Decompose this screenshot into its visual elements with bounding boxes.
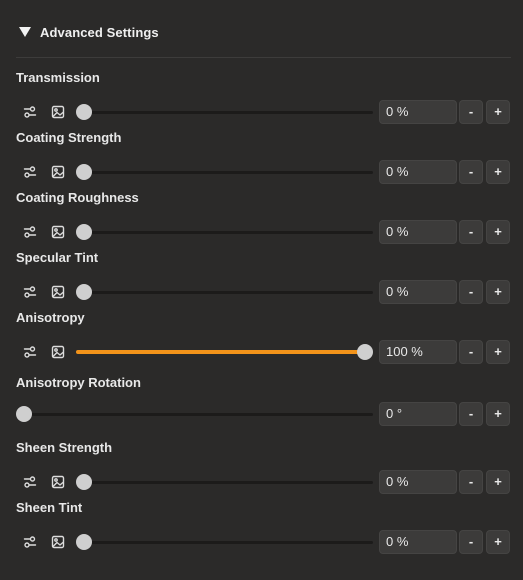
coating-roughness-label: Coating Roughness bbox=[16, 190, 139, 205]
slider-knob[interactable] bbox=[76, 284, 92, 300]
slider-track[interactable] bbox=[84, 291, 373, 294]
image-texture-icon[interactable] bbox=[50, 284, 66, 300]
coating-strength-value-field[interactable]: 0 % bbox=[379, 160, 457, 184]
slider-knob[interactable] bbox=[16, 406, 32, 422]
slider-track[interactable] bbox=[84, 171, 373, 174]
slider-knob[interactable] bbox=[357, 344, 373, 360]
advanced-settings-header[interactable]: Advanced Settings bbox=[16, 22, 159, 42]
curve-settings-icon[interactable] bbox=[22, 224, 38, 240]
curve-settings-icon[interactable] bbox=[22, 164, 38, 180]
coating-strength-slider[interactable] bbox=[76, 164, 373, 180]
slider-track[interactable] bbox=[84, 231, 373, 234]
image-texture-icon[interactable] bbox=[50, 164, 66, 180]
specular-tint-increment-button[interactable]: + bbox=[486, 280, 510, 304]
image-texture-icon[interactable] bbox=[50, 104, 66, 120]
section-divider bbox=[16, 57, 511, 58]
image-texture-icon[interactable] bbox=[50, 344, 66, 360]
slider-knob[interactable] bbox=[76, 534, 92, 550]
sheen-tint-decrement-button[interactable]: - bbox=[459, 530, 483, 554]
transmission-value-field[interactable]: 0 % bbox=[379, 100, 457, 124]
slider-track[interactable] bbox=[24, 413, 373, 416]
transmission-label: Transmission bbox=[16, 70, 100, 85]
section-title: Advanced Settings bbox=[40, 24, 159, 40]
image-texture-icon[interactable] bbox=[50, 474, 66, 490]
sheen-strength-decrement-button[interactable]: - bbox=[459, 470, 483, 494]
advanced-settings-panel: Advanced Settings Transmission 0 % - + Coati… bbox=[0, 0, 523, 580]
coating-roughness-increment-button[interactable]: + bbox=[486, 220, 510, 244]
anisotropy-rotation-decrement-button[interactable]: - bbox=[459, 402, 483, 426]
slider-track[interactable] bbox=[84, 481, 373, 484]
sheen-strength-increment-button[interactable]: + bbox=[486, 470, 510, 494]
image-texture-icon[interactable] bbox=[50, 224, 66, 240]
anisotropy-decrement-button[interactable]: - bbox=[459, 340, 483, 364]
coating-roughness-slider[interactable] bbox=[76, 224, 373, 240]
coating-roughness-decrement-button[interactable]: - bbox=[459, 220, 483, 244]
transmission-increment-button[interactable]: + bbox=[486, 100, 510, 124]
sheen-tint-increment-button[interactable]: + bbox=[486, 530, 510, 554]
anisotropy-rotation-label: Anisotropy Rotation bbox=[16, 375, 141, 390]
coating-strength-increment-button[interactable]: + bbox=[486, 160, 510, 184]
slider-fill bbox=[76, 350, 365, 354]
slider-knob[interactable] bbox=[76, 474, 92, 490]
coating-strength-decrement-button[interactable]: - bbox=[459, 160, 483, 184]
anisotropy-label: Anisotropy bbox=[16, 310, 85, 325]
sheen-strength-value-field[interactable]: 0 % bbox=[379, 470, 457, 494]
specular-tint-slider[interactable] bbox=[76, 284, 373, 300]
transmission-decrement-button[interactable]: - bbox=[459, 100, 483, 124]
curve-settings-icon[interactable] bbox=[22, 534, 38, 550]
specular-tint-value-field[interactable]: 0 % bbox=[379, 280, 457, 304]
transmission-slider[interactable] bbox=[76, 104, 373, 120]
anisotropy-rotation-slider[interactable] bbox=[16, 406, 373, 422]
sheen-tint-label: Sheen Tint bbox=[16, 500, 83, 515]
anisotropy-rotation-increment-button[interactable]: + bbox=[486, 402, 510, 426]
sheen-strength-label: Sheen Strength bbox=[16, 440, 113, 455]
curve-settings-icon[interactable] bbox=[22, 474, 38, 490]
specular-tint-decrement-button[interactable]: - bbox=[459, 280, 483, 304]
slider-knob[interactable] bbox=[76, 224, 92, 240]
slider-knob[interactable] bbox=[76, 104, 92, 120]
coating-roughness-value-field[interactable]: 0 % bbox=[379, 220, 457, 244]
curve-settings-icon[interactable] bbox=[22, 344, 38, 360]
anisotropy-increment-button[interactable]: + bbox=[486, 340, 510, 364]
curve-settings-icon[interactable] bbox=[22, 284, 38, 300]
coating-strength-label: Coating Strength bbox=[16, 130, 122, 145]
sheen-strength-slider[interactable] bbox=[76, 474, 373, 490]
image-texture-icon[interactable] bbox=[50, 534, 66, 550]
anisotropy-slider[interactable] bbox=[76, 344, 373, 360]
slider-track[interactable] bbox=[84, 111, 373, 114]
curve-settings-icon[interactable] bbox=[22, 104, 38, 120]
anisotropy-rotation-value-field[interactable]: 0 ° bbox=[379, 402, 457, 426]
anisotropy-value-field[interactable]: 100 % bbox=[379, 340, 457, 364]
slider-knob[interactable] bbox=[76, 164, 92, 180]
slider-track[interactable] bbox=[84, 541, 373, 544]
collapse-triangle-icon[interactable] bbox=[19, 27, 31, 37]
sheen-tint-slider[interactable] bbox=[76, 534, 373, 550]
sheen-tint-value-field[interactable]: 0 % bbox=[379, 530, 457, 554]
specular-tint-label: Specular Tint bbox=[16, 250, 99, 265]
